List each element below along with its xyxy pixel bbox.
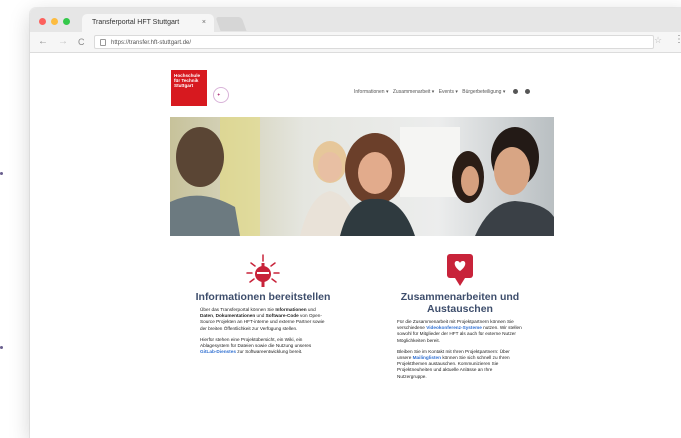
feature-zusammenarbeiten: Zusammenarbeiten und Austauschen Für die… — [375, 253, 545, 385]
mailinglisten-link[interactable]: Mailinglisten — [413, 355, 441, 360]
address-bar[interactable]: https://transfer.hft-stuttgart.de/ — [94, 35, 654, 49]
hero-photo-illustration — [170, 117, 554, 236]
nav-zusammenarbeit[interactable]: Zusammenarbeit ▾ — [393, 89, 434, 95]
close-window-button[interactable] — [39, 18, 46, 25]
browser-toolbar: ← → C https://transfer.hft-stuttgart.de/… — [30, 32, 681, 53]
forward-icon[interactable]: → — [58, 35, 68, 49]
minimize-window-button[interactable] — [51, 18, 58, 25]
feature-paragraph-2: Bleiben Sie im Kontakt mit Ihren Projekt… — [397, 348, 510, 379]
tab-close-icon[interactable]: × — [202, 14, 206, 32]
edge-dot-top — [0, 172, 3, 175]
bookmark-star-icon[interactable]: ☆ — [654, 35, 662, 46]
hero-photo — [170, 117, 554, 236]
feature-text: Über das Transferportal können Sie Infor… — [178, 307, 348, 355]
partner-logo[interactable]: ✦ — [213, 87, 229, 103]
page-icon — [100, 39, 106, 46]
feature-icon-area — [178, 253, 348, 291]
edge-dot-bottom — [0, 346, 3, 349]
title-bar: Transferportal HFT Stuttgart × — [30, 8, 681, 32]
main-navigation: Informationen ▾ Zusammenarbeit ▾ Events … — [354, 89, 533, 95]
new-tab-button[interactable] — [215, 17, 247, 31]
feature-paragraph-1: Für die Zusammenarbeit mit Projektpartne… — [397, 319, 522, 343]
browser-window: Transferportal HFT Stuttgart × ← → C htt… — [30, 8, 681, 438]
feature-text: Für die Zusammenarbeit mit Projektpartne… — [375, 319, 545, 380]
nav-buergerbeteiligung[interactable]: Bürgerbeteiligung ▾ — [462, 89, 505, 95]
feature-informationen: Informationen bereitstellen Über das Tra… — [178, 253, 348, 360]
feature-paragraph-1: Über das Transferportal können Sie Infor… — [200, 307, 325, 331]
partner-logo-mark: ✦ — [217, 92, 221, 97]
url-text: https://transfer.hft-stuttgart.de/ — [111, 40, 192, 46]
videokonferenz-link[interactable]: Videokonferenz-Systeme — [426, 325, 482, 330]
reload-icon[interactable]: C — [78, 35, 85, 49]
maximize-window-button[interactable] — [63, 18, 70, 25]
user-icon[interactable] — [525, 89, 531, 95]
gitlab-link[interactable]: GitLab-Dienstes — [200, 349, 236, 354]
web-page: Hochschule für Technik Stuttgart ✦ Infor… — [30, 53, 681, 438]
browser-menu-icon[interactable]: ⋮ — [674, 34, 681, 45]
feature-icon-area — [375, 253, 545, 291]
back-icon[interactable]: ← — [38, 35, 48, 49]
tv-tower-light-icon — [246, 254, 280, 287]
feature-paragraph-2: Hierfür stehen eine Projektübersicht, ei… — [200, 336, 312, 355]
feature-title: Informationen bereitstellen — [195, 291, 331, 303]
hft-logo[interactable]: Hochschule für Technik Stuttgart — [171, 70, 207, 106]
tab-title: Transferportal HFT Stuttgart — [92, 19, 180, 26]
heart-chat-icon — [447, 254, 473, 286]
browser-tab[interactable]: Transferportal HFT Stuttgart × — [82, 14, 214, 32]
feature-title: Zusammenarbeiten und Austauschen — [400, 291, 520, 315]
nav-informationen[interactable]: Informationen ▾ — [354, 89, 388, 95]
help-icon[interactable] — [512, 89, 518, 95]
logo-text: Hochschule für Technik Stuttgart — [174, 73, 201, 88]
nav-events[interactable]: Events ▾ — [439, 89, 458, 95]
